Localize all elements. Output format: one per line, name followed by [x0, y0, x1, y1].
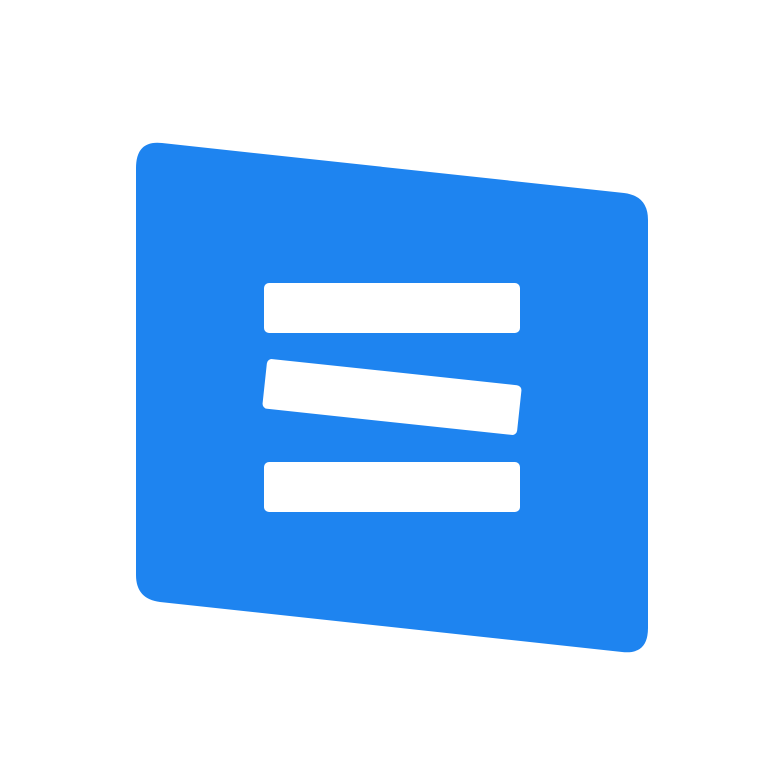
logo-line-bottom [264, 462, 520, 512]
logo-canvas [0, 0, 782, 782]
app-logo-icon [136, 142, 648, 653]
logo-line-top [264, 283, 520, 333]
